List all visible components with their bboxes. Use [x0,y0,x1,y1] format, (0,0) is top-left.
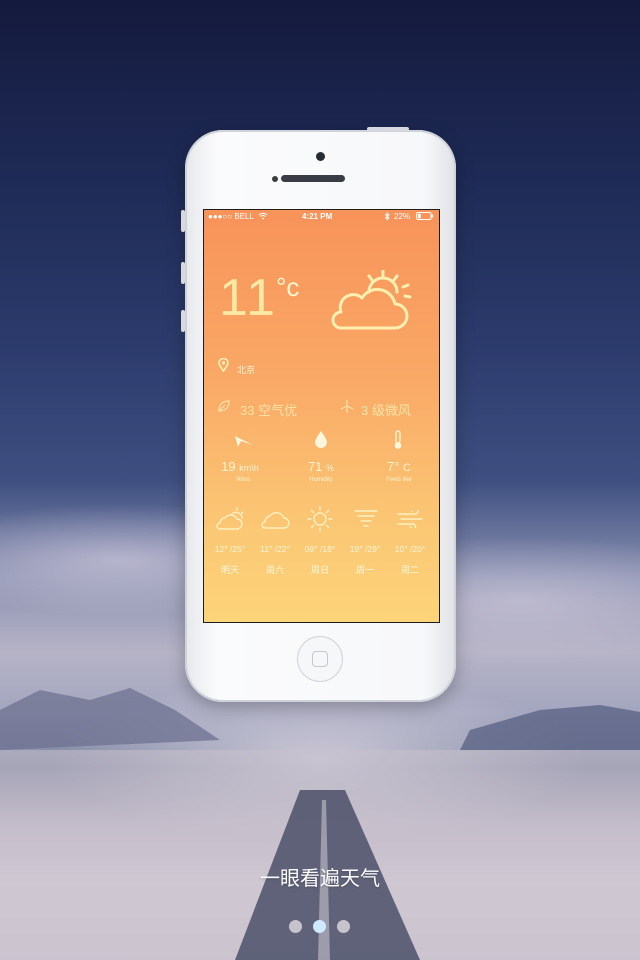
mute-switch[interactable] [181,210,185,232]
feels-like-unit: C [403,462,411,474]
feels-like-value: 7° [386,459,400,474]
humidity-value: 71 [307,459,323,474]
wind-speed-value: 19 [221,459,236,474]
forecast-temp-2: 11° /22° [260,544,290,554]
battery-icon [416,212,434,222]
forecast-temp-1: 12° /25° [214,544,246,554]
status-bar: ●●●○○ BELL 4:21 PM 22% [204,210,439,224]
humidity: 71 % [286,459,356,474]
earpiece-speaker [281,175,345,182]
wind-label: Wind [236,477,250,483]
onboarding-caption: 一眼看遍天气 [260,868,380,890]
location-pin-icon [218,358,229,372]
wifi-icon [258,212,268,222]
volume-down-button[interactable] [181,310,185,332]
status-time: 4:21 PM [302,212,333,221]
humidity-unit: % [326,463,335,473]
paper-plane-icon [235,436,253,447]
forecast-day-2: 周六 [265,565,284,575]
leaf-icon [218,400,230,412]
front-camera [316,152,325,161]
tornado-icon [354,510,378,527]
water-drop-icon [315,431,327,448]
wind-turbine-icon [340,400,354,413]
forecast-temp-5: 10° /20° [394,544,426,554]
home-button[interactable] [297,636,343,682]
power-button[interactable] [367,127,409,131]
page-dot-1[interactable] [289,920,302,933]
temperature-unit: °c [276,272,300,302]
cloud-icon [261,512,290,529]
windy-icon [397,510,423,528]
thermometer-icon [394,430,402,449]
forecast-temp-4: 18° /29° [349,544,381,554]
wind-level: 3 级微风 [361,403,411,418]
wind-speed: 19 km\h [205,459,275,474]
proximity-sensor [272,176,278,182]
bluetooth-icon [384,211,390,223]
forecast-day-3: 周日 [310,565,329,575]
forecast-day-5: 周二 [400,565,419,575]
partly-cloudy-icon [216,507,244,530]
wind-speed-unit: km\h [239,463,259,473]
volume-up-button[interactable] [181,262,185,284]
page-dot-3[interactable] [337,920,350,933]
air-quality: 33 空气优 [240,403,298,418]
forecast-day-4: 周一 [355,565,374,575]
feels-like-label: Feels like [386,477,412,483]
forecast-temp-3: 09° /18° [304,544,336,554]
sun-behind-cloud-icon [331,270,412,330]
city-name: 北京 [237,365,256,375]
feels-like: 7° C [364,459,434,474]
humidity-label: Humidity [309,477,333,483]
sun-icon [307,506,333,532]
weather-app-screen: ●●●○○ BELL 4:21 PM 22% 11 °c 北京 33 空气优 3… [203,209,440,623]
forecast-day-1: 明天 [220,565,239,575]
page-dot-2-active[interactable] [313,920,326,933]
carrier-label: ●●●○○ BELL [208,212,254,221]
current-temperature: 11 [219,269,277,327]
battery-percent: 22% [394,212,411,221]
